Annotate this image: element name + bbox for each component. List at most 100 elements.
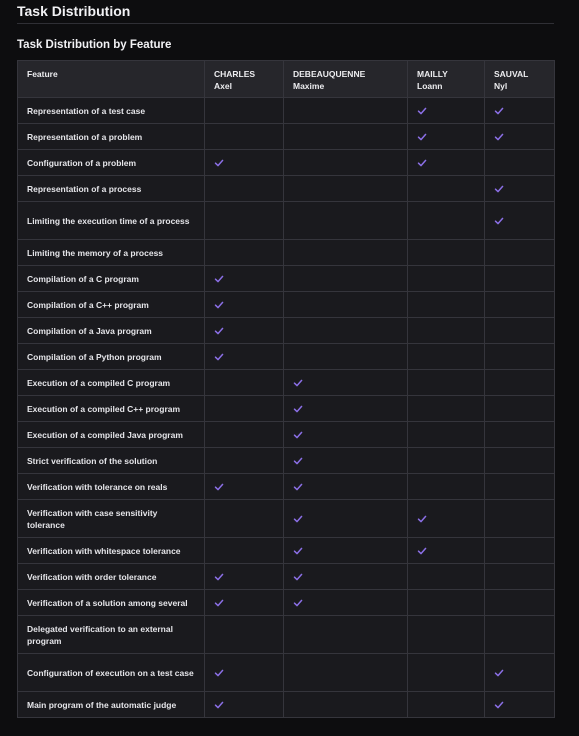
table-row: Verification with whitespace tolerance bbox=[17, 537, 555, 564]
section-title: Task Distribution by Feature bbox=[17, 39, 172, 51]
assignment-cell bbox=[407, 149, 485, 176]
assignment-cell bbox=[407, 265, 485, 292]
checkmark-icon bbox=[417, 106, 427, 116]
assignment-cell bbox=[204, 239, 284, 266]
feature-cell: Execution of a compiled Java program bbox=[17, 421, 205, 448]
assignment-cell bbox=[484, 499, 555, 538]
checkmark-icon bbox=[293, 598, 303, 608]
assignment-cell bbox=[407, 395, 485, 422]
checkmark-icon bbox=[494, 216, 504, 226]
checkmark-icon bbox=[417, 132, 427, 142]
assignment-cell bbox=[484, 123, 555, 150]
assignment-cell bbox=[407, 291, 485, 318]
checkmark-icon bbox=[214, 598, 224, 608]
assignment-cell bbox=[283, 97, 408, 124]
checkmark-icon bbox=[494, 668, 504, 678]
feature-cell: Configuration of a problem bbox=[17, 149, 205, 176]
assignment-cell bbox=[204, 691, 284, 718]
assignment-cell bbox=[484, 343, 555, 370]
header-line2: Maxime bbox=[293, 81, 325, 91]
assignment-cell bbox=[407, 123, 485, 150]
feature-cell: Limiting the memory of a process bbox=[17, 239, 205, 266]
checkmark-icon bbox=[214, 326, 224, 336]
table-row: Representation of a process bbox=[17, 175, 555, 202]
assignment-cell bbox=[407, 343, 485, 370]
feature-cell: Verification with tolerance on reals bbox=[17, 473, 205, 500]
header-charles: CHARLES Axel bbox=[204, 60, 284, 98]
assignment-cell bbox=[283, 499, 408, 538]
assignment-cell bbox=[407, 563, 485, 590]
page-title: Task Distribution bbox=[17, 3, 131, 19]
checkmark-icon bbox=[293, 572, 303, 582]
checkmark-icon bbox=[293, 378, 303, 388]
table-row: Limiting the memory of a process bbox=[17, 239, 555, 266]
assignment-cell bbox=[484, 589, 555, 616]
assignment-cell bbox=[204, 265, 284, 292]
table-row: Strict verification of the solution bbox=[17, 447, 555, 474]
feature-cell: Main program of the automatic judge bbox=[17, 691, 205, 718]
assignment-cell bbox=[484, 291, 555, 318]
feature-cell: Compilation of a C++ program bbox=[17, 291, 205, 318]
assignment-cell bbox=[283, 691, 408, 718]
feature-cell: Delegated verification to an external pr… bbox=[17, 615, 205, 654]
assignment-cell bbox=[204, 317, 284, 344]
checkmark-icon bbox=[214, 668, 224, 678]
assignment-cell bbox=[484, 97, 555, 124]
assignment-cell bbox=[407, 447, 485, 474]
assignment-cell bbox=[407, 201, 485, 240]
feature-cell: Verification with order tolerance bbox=[17, 563, 205, 590]
assignment-cell bbox=[204, 653, 284, 692]
assignment-cell bbox=[204, 499, 284, 538]
assignment-cell bbox=[407, 589, 485, 616]
assignment-cell bbox=[283, 563, 408, 590]
header-line1: SAUVAL bbox=[494, 69, 529, 79]
assignment-cell bbox=[407, 317, 485, 344]
table-row: Verification with order tolerance bbox=[17, 563, 555, 590]
assignment-cell bbox=[484, 615, 555, 654]
checkmark-icon bbox=[214, 300, 224, 310]
assignment-cell bbox=[204, 421, 284, 448]
checkmark-icon bbox=[214, 700, 224, 710]
table-row: Representation of a problem bbox=[17, 123, 555, 150]
assignment-cell bbox=[204, 589, 284, 616]
checkmark-icon bbox=[214, 274, 224, 284]
feature-cell: Limiting the execution time of a process bbox=[17, 201, 205, 240]
header-feature: Feature bbox=[17, 60, 205, 98]
feature-cell: Verification with whitespace tolerance bbox=[17, 537, 205, 564]
assignment-cell bbox=[484, 369, 555, 396]
assignment-cell bbox=[204, 563, 284, 590]
assignment-cell bbox=[484, 175, 555, 202]
header-line1: DEBEAUQUENNE bbox=[293, 69, 366, 79]
assignment-cell bbox=[407, 473, 485, 500]
feature-cell: Compilation of a Python program bbox=[17, 343, 205, 370]
assignment-cell bbox=[283, 421, 408, 448]
assignment-cell bbox=[204, 537, 284, 564]
checkmark-icon bbox=[494, 106, 504, 116]
table-row: Compilation of a C++ program bbox=[17, 291, 555, 318]
assignment-cell bbox=[484, 201, 555, 240]
assignment-cell bbox=[204, 615, 284, 654]
checkmark-icon bbox=[214, 482, 224, 492]
header-line2: Axel bbox=[214, 81, 232, 91]
assignment-cell bbox=[407, 537, 485, 564]
header-line1: MAILLY bbox=[417, 69, 448, 79]
feature-cell: Execution of a compiled C program bbox=[17, 369, 205, 396]
checkmark-icon bbox=[494, 700, 504, 710]
feature-cell: Configuration of execution on a test cas… bbox=[17, 653, 205, 692]
table-row: Compilation of a C program bbox=[17, 265, 555, 292]
table-row: Compilation of a Java program bbox=[17, 317, 555, 344]
checkmark-icon bbox=[214, 158, 224, 168]
checkmark-icon bbox=[293, 430, 303, 440]
table-row: Configuration of execution on a test cas… bbox=[17, 653, 555, 692]
assignment-cell bbox=[204, 123, 284, 150]
feature-cell: Representation of a test case bbox=[17, 97, 205, 124]
checkmark-icon bbox=[417, 546, 427, 556]
table-row: Main program of the automatic judge bbox=[17, 691, 555, 718]
assignment-cell bbox=[484, 265, 555, 292]
table-row: Configuration of a problem bbox=[17, 149, 555, 176]
checkmark-icon bbox=[293, 456, 303, 466]
assignment-cell bbox=[407, 369, 485, 396]
assignment-cell bbox=[283, 447, 408, 474]
assignment-cell bbox=[484, 395, 555, 422]
assignment-cell bbox=[204, 395, 284, 422]
